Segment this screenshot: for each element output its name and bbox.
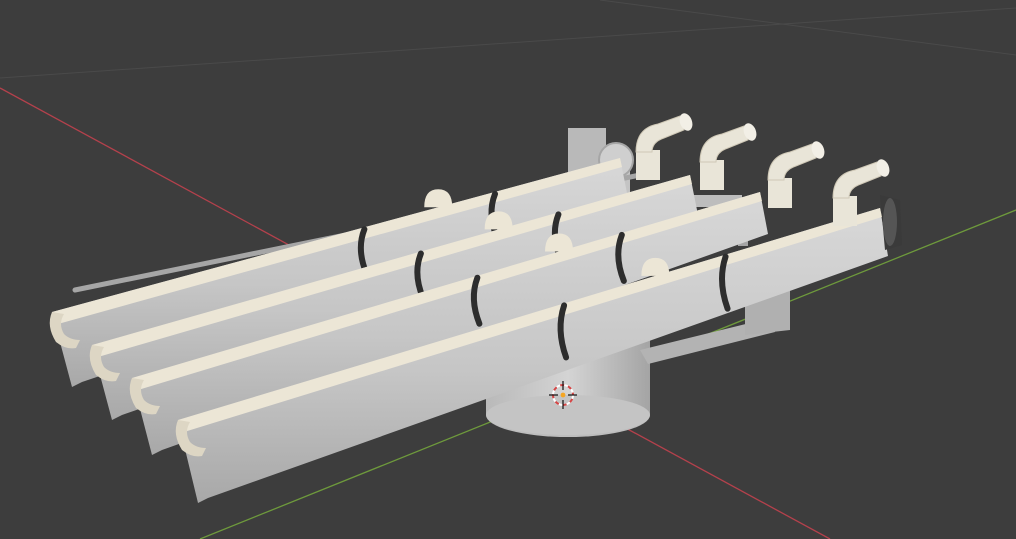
elbow-pipe-1[interactable] — [635, 111, 695, 180]
viewport-canvas[interactable] — [0, 0, 1016, 539]
tube-saddle — [424, 189, 453, 208]
grid-floor — [0, 0, 1016, 79]
elbow-pipe-3[interactable] — [767, 139, 827, 208]
3d-viewport[interactable] — [0, 0, 1016, 539]
elbow-pipe-2[interactable] — [699, 121, 759, 190]
